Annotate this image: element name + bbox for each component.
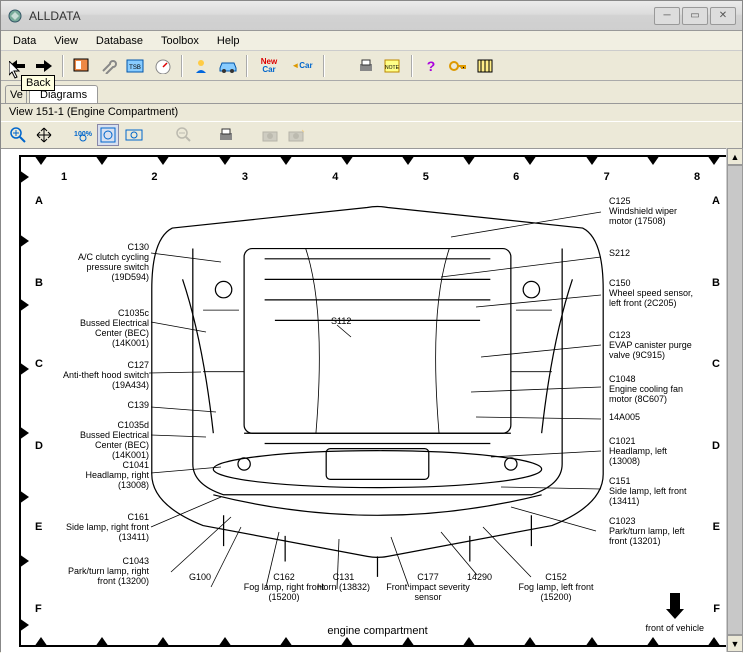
callout-s212: S212 — [609, 249, 630, 259]
pan-icon[interactable] — [33, 124, 55, 146]
menu-help[interactable]: Help — [209, 33, 248, 49]
callout-c130: C130A/C clutch cycling pressure switch (… — [59, 243, 149, 283]
back-tooltip: Back — [21, 75, 55, 91]
callout-c1035d: C1035dBussed Electrical Center (BEC) (14… — [59, 421, 149, 461]
new-car-button[interactable]: NewCar — [254, 54, 284, 78]
callout-c125: C125Windshield wiper motor (17508) — [609, 197, 699, 227]
menu-toolbox[interactable]: Toolbox — [153, 33, 207, 49]
maximize-button[interactable]: ▭ — [682, 7, 708, 25]
tab-bar: Ve Diagrams — [1, 81, 742, 103]
grid-col-4: 4 — [332, 171, 338, 183]
grid-col-3: 3 — [242, 171, 248, 183]
svg-text:100%: 100% — [74, 131, 92, 138]
grid-row-right-F: F — [713, 603, 720, 615]
viewer-toolbar: 100% — [1, 121, 742, 149]
zoom-width-icon[interactable] — [123, 124, 145, 146]
view-label: View 151-1 (Engine Compartment) — [9, 106, 178, 118]
grid-row-right-E: E — [713, 521, 720, 533]
grid-col-2: 2 — [151, 171, 157, 183]
scroll-down-button[interactable]: ▼ — [727, 635, 743, 652]
grid-row-right-C: C — [712, 358, 720, 370]
person-icon[interactable] — [189, 54, 213, 78]
car-icon[interactable] — [216, 54, 240, 78]
window-title: ALLDATA — [29, 9, 81, 23]
close-button[interactable]: ✕ — [710, 7, 736, 25]
diagram-frame: 1 2 3 4 5 6 7 8 A A B B C C D D E E F F — [19, 155, 736, 647]
front-of-vehicle-indicator: front of vehicle — [645, 591, 704, 633]
callout-c152: C152Fog lamp, left front (15200) — [511, 573, 601, 603]
callout-c1041: C1041Headlamp, right (13008) — [59, 461, 149, 491]
callout-s112: S112 — [331, 317, 351, 327]
callout-c1048: C1048Engine cooling fan motor (8C607) — [609, 375, 699, 405]
grid-col-6: 6 — [513, 171, 519, 183]
zoom-in-icon[interactable] — [7, 124, 29, 146]
window-titlebar: ALLDATA ─ ▭ ✕ — [1, 1, 742, 31]
doc-title-strip: View 151-1 (Engine Compartment) — [1, 103, 742, 121]
camera-flash-icon[interactable] — [285, 124, 307, 146]
callout-14290: 14290 — [467, 573, 492, 583]
grid-row-right-D: D — [712, 440, 720, 452]
callout-c177: C177Front impact severity sensor — [383, 573, 473, 603]
key-icon[interactable] — [446, 54, 470, 78]
callout-g100: G100 — [189, 573, 211, 583]
forward-button[interactable] — [32, 54, 56, 78]
gauge-icon[interactable] — [151, 54, 175, 78]
callout-c161: C161Side lamp, right front (13411) — [59, 513, 149, 543]
callout-c1023: C1023Park/turn lamp, left front (13201) — [609, 517, 699, 547]
callout-c139: C139 — [127, 401, 149, 411]
callout-c1021: C1021Headlamp, left (13008) — [609, 437, 699, 467]
jail-icon[interactable] — [473, 54, 497, 78]
grid-col-5: 5 — [423, 171, 429, 183]
svg-text:TSB: TSB — [129, 65, 141, 71]
menu-bar: Data View Database Toolbox Help — [1, 31, 742, 51]
grid-row-left-B: B — [35, 277, 43, 289]
scroll-thumb[interactable] — [727, 165, 743, 635]
engine-illustration — [121, 187, 634, 618]
grid-col-7: 7 — [604, 171, 610, 183]
callout-c131: C131Horn (13832) — [317, 573, 370, 593]
callout-c162: C162Fog lamp, right front (15200) — [239, 573, 329, 603]
tsb-icon[interactable]: TSB — [124, 54, 148, 78]
callout-c127: C127Anti-theft hood switch (19A434) — [59, 361, 149, 391]
diagram-viewport[interactable]: 1 2 3 4 5 6 7 8 A A B B C C D D E E F F — [1, 149, 742, 653]
minimize-button[interactable]: ─ — [654, 7, 680, 25]
note-icon[interactable]: NOTE — [381, 54, 405, 78]
grid-row-left-D: D — [35, 440, 43, 452]
grid-row-left-F: F — [35, 603, 42, 615]
callout-14a005: 14A005 — [609, 413, 640, 423]
wrench-icon[interactable] — [97, 54, 121, 78]
callout-c151: C151Side lamp, left front (13411) — [609, 477, 699, 507]
camera-icon[interactable] — [259, 124, 281, 146]
grid-row-left-C: C — [35, 358, 43, 370]
back-button[interactable] — [5, 54, 29, 78]
main-toolbar: Back TSB NewCar ◄Car NOTE ? — [1, 51, 742, 81]
prev-car-button[interactable]: ◄Car — [287, 54, 317, 78]
zoom-out-icon[interactable] — [173, 124, 195, 146]
grid-row-left-A: A — [35, 195, 43, 207]
book-icon[interactable] — [70, 54, 94, 78]
svg-text:NOTE: NOTE — [385, 65, 400, 71]
app-icon — [7, 8, 23, 24]
print-icon[interactable] — [354, 54, 378, 78]
menu-view[interactable]: View — [46, 33, 86, 49]
callout-c123: C123EVAP canister purge valve (9C915) — [609, 331, 699, 361]
grid-col-1: 1 — [61, 171, 67, 183]
scroll-up-button[interactable]: ▲ — [727, 148, 743, 165]
diagram-title: engine compartment — [327, 625, 427, 637]
zoom-100-icon[interactable]: 100% — [71, 124, 93, 146]
callout-c1035c: C1035cBussed Electrical Center (BEC) (14… — [59, 309, 149, 349]
vertical-scrollbar[interactable]: ▲ ▼ — [726, 148, 743, 652]
callout-c150: C150Wheel speed sensor, left front (2C20… — [609, 279, 699, 309]
help-icon[interactable]: ? — [419, 54, 443, 78]
grid-row-right-A: A — [712, 195, 720, 207]
callout-c1043: C1043Park/turn lamp, right front (13200) — [59, 557, 149, 587]
svg-text:?: ? — [427, 58, 436, 74]
print-diagram-icon[interactable] — [215, 124, 237, 146]
grid-col-8: 8 — [694, 171, 700, 183]
menu-database[interactable]: Database — [88, 33, 151, 49]
menu-data[interactable]: Data — [5, 33, 44, 49]
zoom-fit-icon[interactable] — [97, 124, 119, 146]
grid-row-left-E: E — [35, 521, 42, 533]
grid-row-right-B: B — [712, 277, 720, 289]
